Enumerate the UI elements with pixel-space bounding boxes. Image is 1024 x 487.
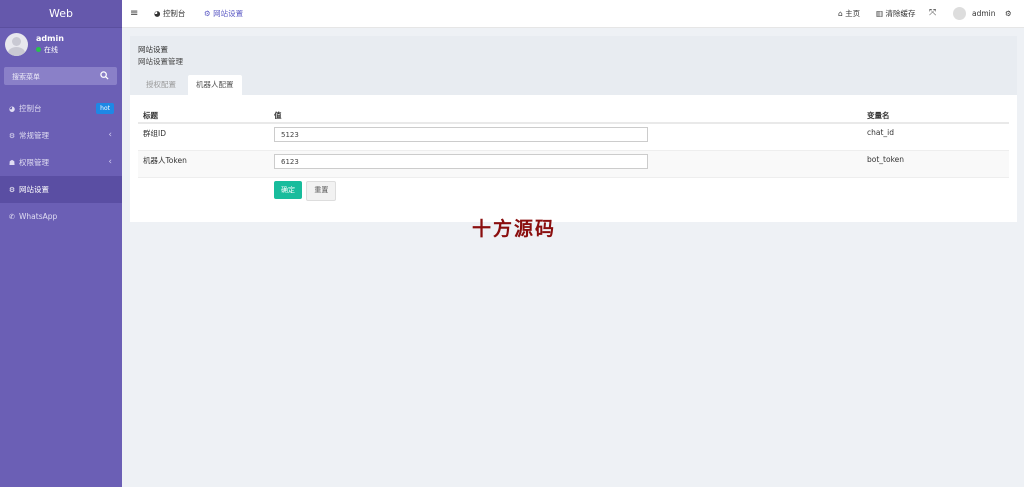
- sidebar-item-auth[interactable]: ☗ 权限管理 ‹: [0, 149, 122, 176]
- tab-label: 网站设置: [213, 9, 244, 18]
- search-icon[interactable]: [100, 71, 109, 80]
- sidebar-search-input[interactable]: 搜索菜单: [4, 67, 117, 85]
- clear-cache-label: 清除缓存: [885, 9, 916, 18]
- hot-badge: hot: [96, 103, 114, 114]
- cogs-icon: ⚙: [204, 9, 214, 18]
- user-menu[interactable]: admin: [953, 0, 996, 27]
- main-panel: 网站设置 网站设置管理 授权配置 机器人配置 标题 值 变量名 群组ID 512…: [130, 36, 1017, 222]
- row-label: 机器人Token: [138, 150, 269, 178]
- settings-table: 标题 值 变量名 群组ID 5123 chat_id 机器人Token 6123…: [138, 108, 1009, 203]
- column-header: 值: [269, 108, 862, 124]
- reset-button[interactable]: 重置: [306, 180, 337, 201]
- online-status: 在线: [36, 45, 58, 55]
- submit-button[interactable]: 确定: [274, 180, 302, 199]
- online-status-label: 在线: [44, 46, 58, 54]
- chat-id-input[interactable]: 5123: [274, 127, 648, 142]
- dashboard-icon: ◕: [154, 9, 163, 18]
- row-variable: bot_token: [862, 150, 1009, 178]
- value-cell: 6123: [269, 150, 862, 178]
- home-label: 主页: [845, 9, 861, 18]
- page-subtitle: 网站设置管理: [138, 57, 183, 66]
- table-row: 机器人Token 6123 bot_token: [138, 150, 1009, 178]
- sidebar-user-name: admin: [36, 34, 64, 43]
- bot-token-input[interactable]: 6123: [274, 153, 648, 169]
- sidebar-item-dashboard[interactable]: ◕ 控制台 hot: [0, 95, 122, 122]
- sidebar: Web admin 在线 搜索菜单 ◕ 控制台 hot ⚙ 常规管理 ‹ ☗ 权限管理…: [0, 0, 122, 487]
- cogs-icon: ⚙: [8, 186, 16, 194]
- group-icon: ☗: [8, 159, 16, 167]
- tab-dashboard[interactable]: ◕ 控制台: [154, 0, 185, 27]
- table-row: 群组ID 5123 chat_id: [138, 123, 1009, 151]
- clear-cache-button[interactable]: ▥ 清除缓存: [876, 0, 915, 27]
- avatar: [953, 7, 966, 20]
- value-cell: 5123: [269, 123, 862, 151]
- sidebar-item-label: 控制台: [19, 104, 42, 113]
- page-title: 网站设置: [138, 45, 168, 54]
- chevron-left-icon: ‹: [108, 157, 112, 167]
- sidebar-item-label: 权限管理: [19, 158, 49, 167]
- user-panel: admin 在线: [0, 28, 122, 69]
- panel-header: 网站设置 网站设置管理 授权配置 机器人配置: [130, 36, 1017, 95]
- row-variable: chat_id: [862, 123, 1009, 151]
- menu-toggle-icon[interactable]: ≡: [130, 0, 138, 27]
- sidebar-item-label: 网站设置: [19, 185, 49, 194]
- dashboard-icon: ◕: [8, 105, 16, 113]
- whatsapp-icon: ✆: [9, 213, 15, 221]
- home-link[interactable]: ⌂ 主页: [838, 0, 860, 27]
- button-row: 确定 重置: [138, 177, 1009, 203]
- sidebar-item-label: WhatsApp: [19, 212, 58, 221]
- tab-bot-config[interactable]: 机器人配置: [188, 75, 242, 95]
- sidebar-item-site-settings[interactable]: ⚙ 网站设置: [0, 176, 122, 203]
- online-dot-icon: [36, 47, 41, 52]
- cogs-icon: ⚙: [8, 132, 16, 140]
- row-label: 群组ID: [138, 123, 269, 151]
- tab-label: 控制台: [162, 9, 186, 18]
- sidebar-item-label: 常规管理: [19, 131, 49, 140]
- sidebar-item-general[interactable]: ⚙ 常规管理 ‹: [0, 122, 122, 149]
- tab-auth-config[interactable]: 授权配置: [138, 75, 184, 95]
- avatar: [5, 33, 28, 56]
- tab-site-settings[interactable]: ⚙ 网站设置: [204, 0, 243, 27]
- sidebar-item-whatsapp[interactable]: ✆ WhatsApp: [0, 203, 122, 230]
- sidebar-menu: ◕ 控制台 hot ⚙ 常规管理 ‹ ☗ 权限管理 ‹ ⚙ 网站设置 ✆ WhatsApp: [0, 95, 122, 230]
- fullscreen-icon[interactable]: ⤧: [929, 0, 936, 27]
- table-header-row: 标题 值 变量名: [138, 108, 1009, 124]
- top-navbar: ≡ ◕ 控制台 ⚙ 网站设置 ⌂ 主页 ▥ 清除缓存 ⤧ admin ⚙: [122, 0, 1024, 28]
- search-placeholder: 搜索菜单: [12, 73, 40, 81]
- chevron-left-icon: ‹: [108, 130, 112, 140]
- brand-logo[interactable]: Web: [0, 0, 122, 28]
- watermark: 十方源码: [472, 218, 557, 240]
- column-header: 变量名: [862, 108, 1009, 124]
- column-header: 标题: [138, 108, 269, 124]
- user-menu-name: admin: [972, 9, 996, 18]
- settings-icon[interactable]: ⚙: [1005, 0, 1012, 27]
